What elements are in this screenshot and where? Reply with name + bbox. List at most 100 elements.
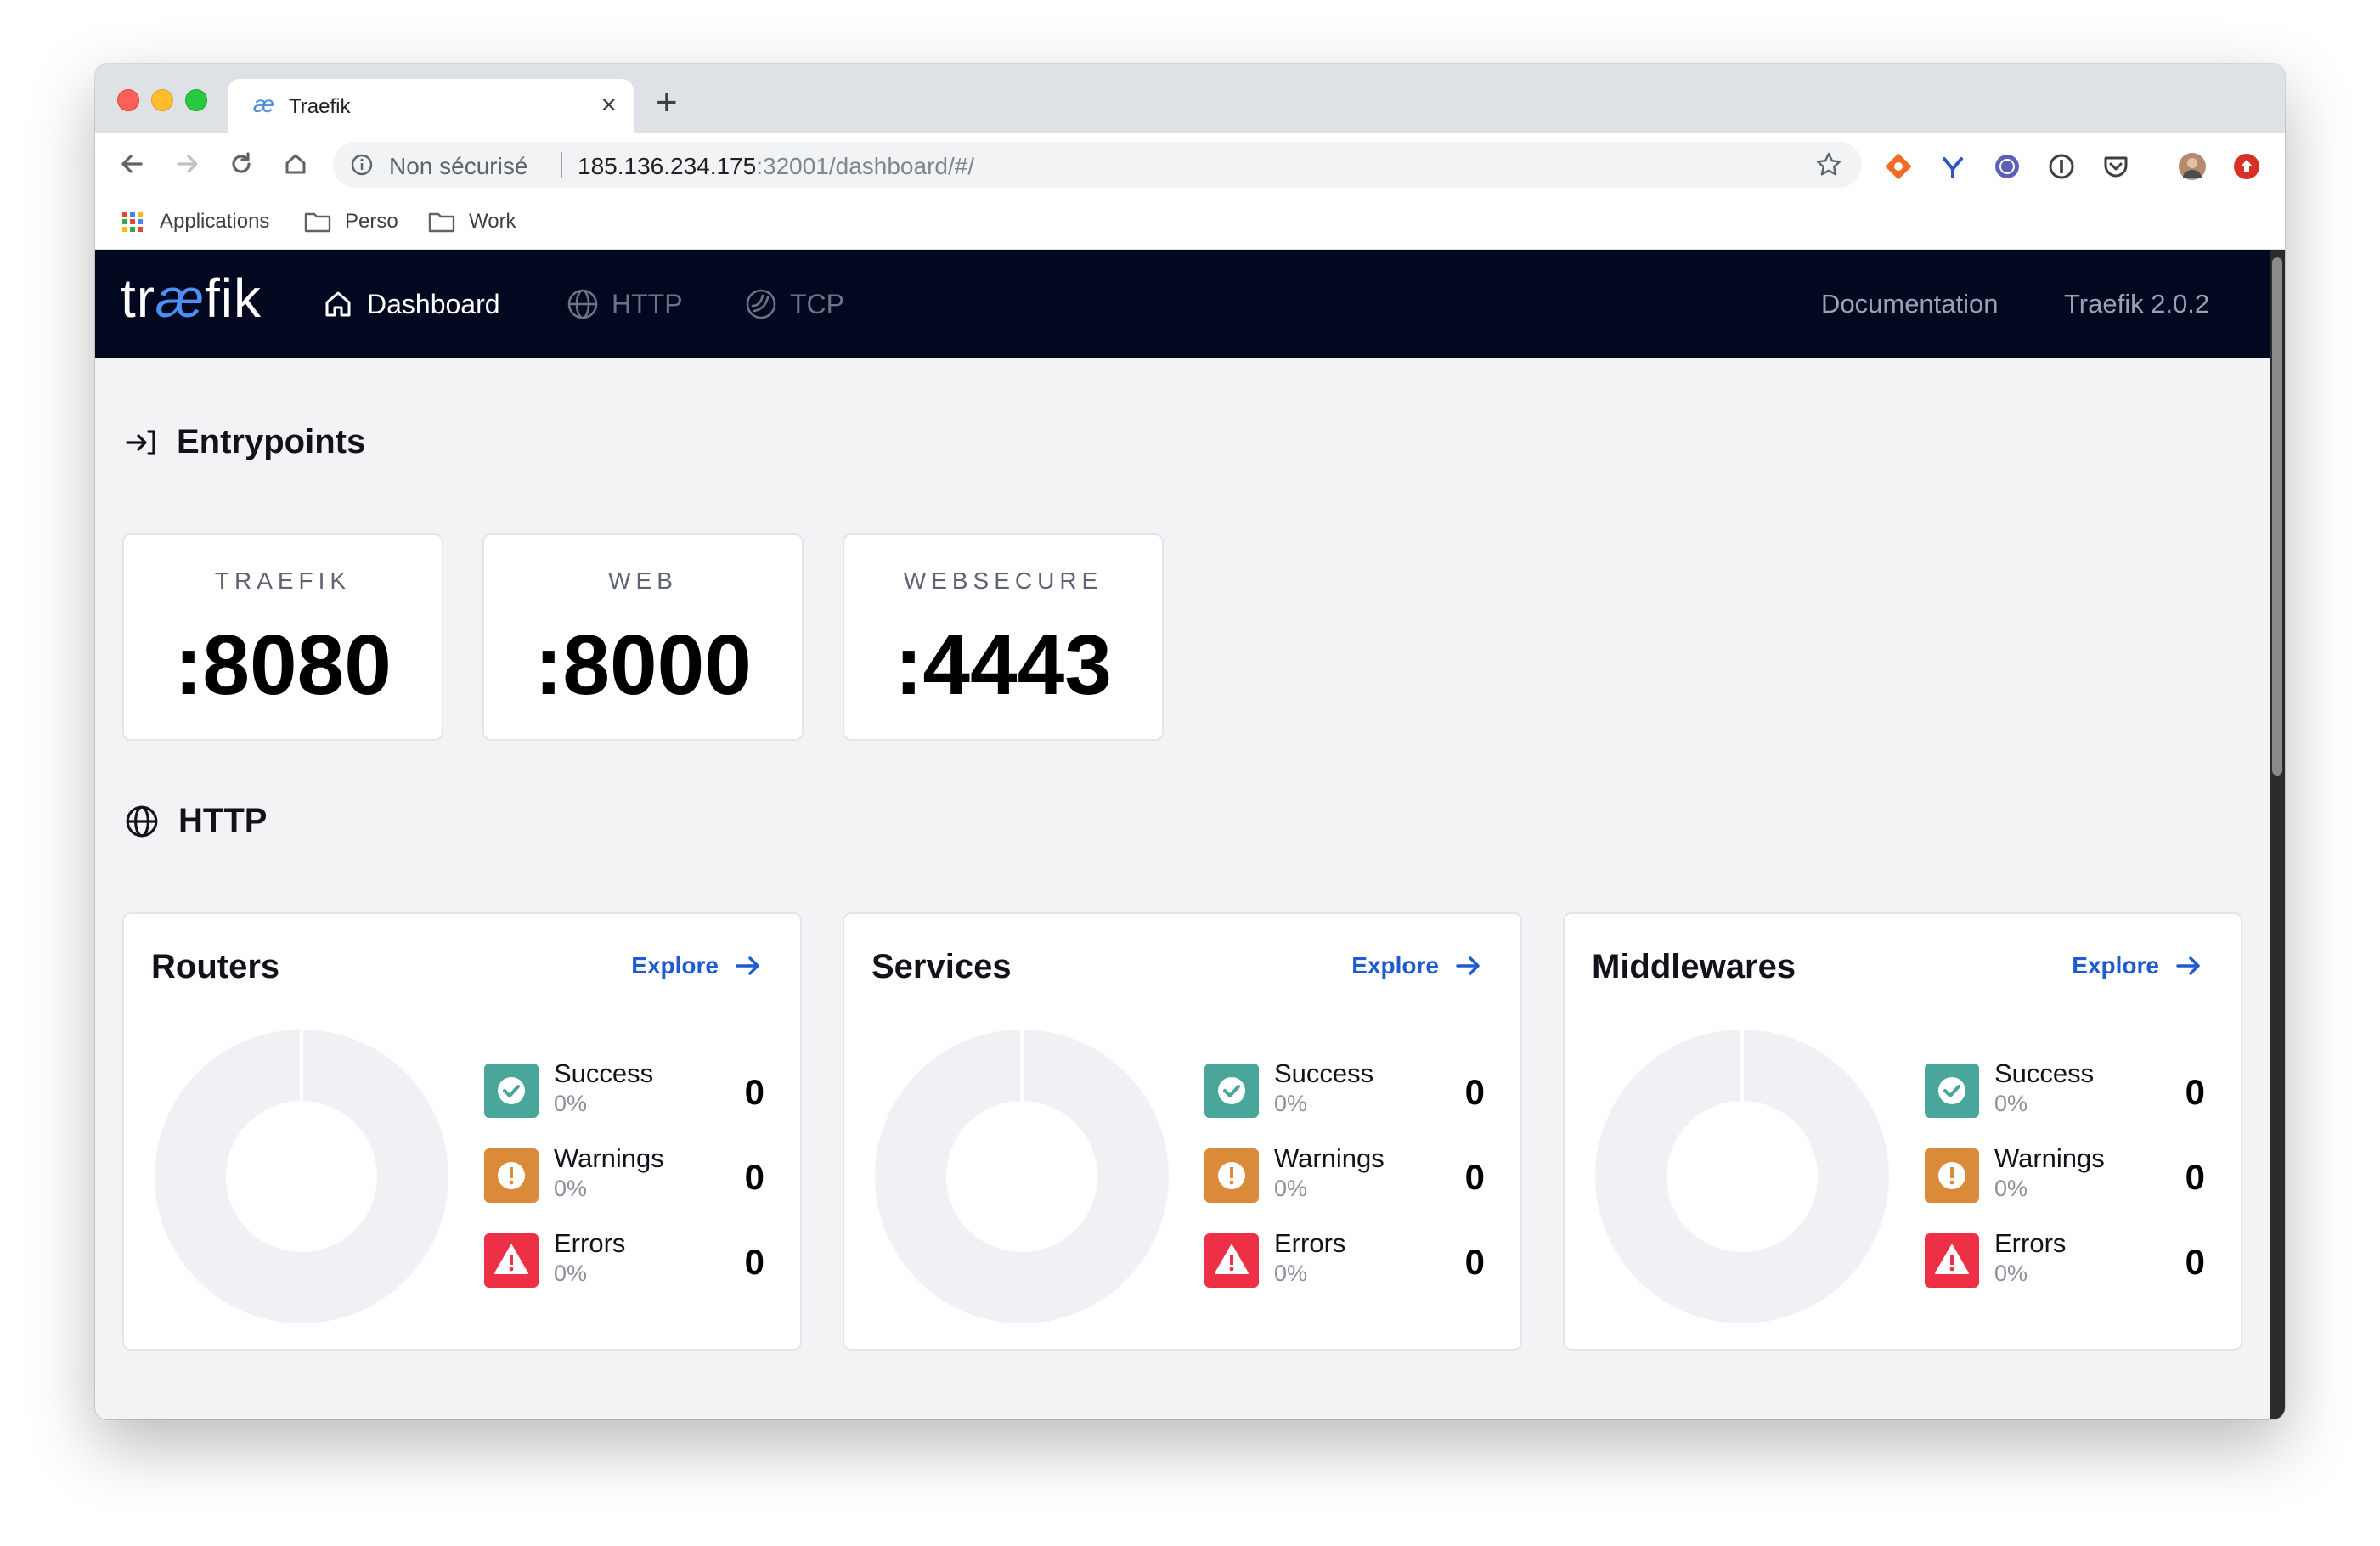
- stat-percent: 0%: [1994, 1091, 2028, 1116]
- stat-label: Success: [1994, 1058, 2095, 1088]
- folder-icon: [428, 212, 455, 233]
- explore-label: Explore: [2072, 952, 2159, 979]
- security-label: Non sécurisé: [389, 153, 528, 179]
- reload-icon[interactable]: [223, 145, 260, 183]
- explore-services-link[interactable]: Explore: [1351, 951, 1483, 980]
- card-title: Routers: [151, 948, 280, 985]
- stat-value: 0: [2185, 1242, 2205, 1282]
- maximize-window-button[interactable]: [185, 89, 207, 111]
- card-title: Services: [871, 948, 1012, 985]
- home-icon[interactable]: [277, 145, 314, 183]
- url-text[interactable]: 185.136.234.175:32001/dashboard/#/: [578, 153, 974, 180]
- warning-triangle-icon: [1925, 1233, 1979, 1288]
- stat-errors: Errors 0% 0: [1925, 1228, 2205, 1289]
- bookmark-perso[interactable]: Perso: [345, 210, 398, 234]
- logo-text-suffix: fik: [205, 268, 262, 329]
- arrow-right-icon: [736, 956, 759, 975]
- arrow-right-icon: [2176, 956, 2200, 975]
- extension-password-icon[interactable]: [2047, 152, 2076, 181]
- services-card: Services Explore Success 0% 0 Warnings 0…: [843, 912, 1522, 1351]
- stat-label: Warnings: [1274, 1143, 1385, 1173]
- pocket-icon[interactable]: [2101, 152, 2130, 181]
- entrypoints-title: Entrypoints: [177, 423, 366, 460]
- nav-dashboard[interactable]: Dashboard: [321, 250, 500, 358]
- explore-routers-link[interactable]: Explore: [631, 951, 763, 980]
- stat-percent: 0%: [554, 1091, 588, 1116]
- stat-value: 0: [2185, 1072, 2205, 1112]
- bookmark-star-icon[interactable]: [1814, 150, 1843, 179]
- entrypoint-name: WEB: [608, 567, 678, 594]
- address-separator: [561, 152, 562, 178]
- exclamation-circle-icon: [1925, 1148, 1979, 1203]
- stat-value: 0: [1464, 1242, 1485, 1282]
- close-window-button[interactable]: [117, 89, 139, 111]
- stat-percent: 0%: [554, 1261, 588, 1286]
- stat-percent: 0%: [1274, 1261, 1308, 1286]
- url-host: 185.136.234.175: [578, 153, 757, 179]
- entrypoint-card: WEB :8000: [482, 533, 804, 741]
- stat-value: 0: [744, 1157, 764, 1197]
- globe-icon: [567, 289, 598, 319]
- stat-value: 0: [2185, 1157, 2205, 1197]
- traefik-navbar: træfik Dashboard HTTP TCP Documentation …: [95, 250, 2270, 358]
- apps-grid-icon[interactable]: [121, 210, 144, 234]
- arrow-right-to-bracket-icon: [126, 429, 155, 455]
- nav-http-label: HTTP: [612, 288, 683, 319]
- explore-label: Explore: [1351, 952, 1439, 979]
- stat-errors: Errors 0% 0: [1204, 1228, 1485, 1289]
- extension-orange-icon[interactable]: [1884, 152, 1913, 181]
- http-title: HTTP: [178, 802, 268, 839]
- profile-avatar-icon[interactable]: [2178, 152, 2207, 181]
- folder-icon: [304, 212, 331, 233]
- stat-percent: 0%: [1994, 1261, 2028, 1286]
- entrypoint-name: TRAEFIK: [214, 567, 352, 594]
- bookmark-work[interactable]: Work: [469, 210, 516, 234]
- extension-w-icon[interactable]: [1993, 152, 2022, 181]
- address-bar[interactable]: Non sécurisé 185.136.234.175:32001/dashb…: [333, 142, 1862, 188]
- stat-warnings: Warnings 0% 0: [484, 1143, 764, 1205]
- check-circle-icon: [1925, 1064, 1979, 1118]
- stat-success: Success 0% 0: [1204, 1058, 1485, 1120]
- home-icon: [325, 291, 351, 317]
- warning-triangle-icon: [1204, 1233, 1259, 1288]
- check-circle-icon: [1204, 1064, 1259, 1118]
- logo-text-prefix: tr: [121, 268, 156, 329]
- new-tab-button[interactable]: +: [656, 84, 678, 121]
- extension-y-icon[interactable]: [1938, 152, 1967, 181]
- forward-arrow-icon[interactable]: [168, 145, 206, 183]
- nav-dashboard-label: Dashboard: [367, 288, 500, 319]
- explore-middlewares-link[interactable]: Explore: [2072, 951, 2203, 980]
- stat-percent: 0%: [1274, 1176, 1308, 1201]
- traefik-favicon-icon: æ: [253, 91, 274, 117]
- exclamation-circle-icon: [484, 1148, 539, 1203]
- routers-card: Routers Explore Success 0% 0 Warnings 0%…: [122, 912, 802, 1351]
- explore-label: Explore: [631, 952, 719, 979]
- entrypoint-name: WEBSECURE: [903, 567, 1103, 594]
- nav-http[interactable]: HTTP: [566, 250, 683, 358]
- bookmarks-bar: Applications Perso Work: [95, 196, 2285, 250]
- tcp-icon: [746, 289, 776, 319]
- nav-documentation[interactable]: Documentation: [1821, 289, 1999, 319]
- stat-percent: 0%: [554, 1176, 588, 1201]
- entrypoint-port: :4443: [894, 618, 1112, 713]
- info-icon[interactable]: [350, 153, 374, 177]
- entrypoint-card: TRAEFIK :8080: [122, 533, 443, 741]
- browser-tab[interactable]: æ Traefik ×: [228, 79, 634, 133]
- traefik-logo[interactable]: træfik: [121, 267, 262, 330]
- stat-label: Success: [1274, 1058, 1374, 1088]
- url-path: :32001/dashboard/#/: [756, 153, 975, 179]
- close-tab-icon[interactable]: ×: [601, 89, 617, 121]
- nav-tcp[interactable]: TCP: [744, 250, 844, 358]
- stat-percent: 0%: [1994, 1176, 2028, 1201]
- bookmark-applications[interactable]: Applications: [160, 210, 269, 234]
- scrollbar-thumb[interactable]: [2272, 257, 2282, 776]
- middlewares-card: Middlewares Explore Success 0% 0 Warning…: [1563, 912, 2242, 1351]
- exclamation-circle-icon: [1204, 1148, 1259, 1203]
- stat-value: 0: [744, 1072, 764, 1112]
- entrypoint-port: :8080: [174, 618, 392, 713]
- stat-label: Warnings: [1994, 1143, 2105, 1173]
- card-title: Middlewares: [1592, 948, 1796, 985]
- update-icon[interactable]: [2232, 152, 2261, 181]
- back-arrow-icon[interactable]: [114, 145, 151, 183]
- minimize-window-button[interactable]: [151, 89, 173, 111]
